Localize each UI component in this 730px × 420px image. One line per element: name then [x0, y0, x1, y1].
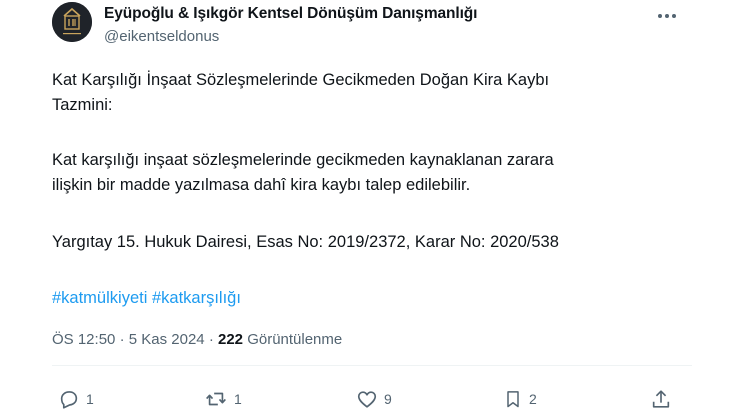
author-handle[interactable]: @eikentseldonus: [104, 28, 219, 45]
author-name[interactable]: Eyüpoğlu & Işıkgör Kentsel Dönüşüm Danış…: [104, 5, 477, 23]
like-count: 9: [384, 391, 392, 407]
bookmark-count: 2: [529, 391, 537, 407]
tweet-meta: ÖS 12:50 · 5 Kas 2024 · 222 Görüntülenme: [52, 331, 342, 348]
company-logo-icon: [52, 2, 92, 42]
retweet-button[interactable]: 1: [204, 385, 242, 413]
share-icon: [652, 390, 670, 408]
tweet-paragraph-title: Kat Karşılığı İnşaat Sözleşmelerinde Gec…: [52, 68, 549, 118]
reply-count: 1: [86, 391, 94, 407]
more-options-button[interactable]: [655, 6, 679, 26]
tweet-paragraph-body: Kat karşılığı inşaat sözleşmelerinde gec…: [52, 148, 554, 198]
meta-separator: ·: [119, 331, 129, 348]
tweet-line: ilişkin bir madde yazılmasa dahî kira ka…: [52, 176, 471, 194]
hashtag-list: #katmülkiyeti #katkarşılığı: [52, 286, 241, 311]
hashtag-link[interactable]: #katmülkiyeti: [52, 289, 147, 307]
avatar[interactable]: [52, 2, 92, 42]
tweet-line: Kat karşılığı inşaat sözleşmelerinde gec…: [52, 151, 554, 169]
meta-separator: ·: [208, 331, 218, 348]
tweet-line: Tazmini:: [52, 96, 113, 114]
retweet-icon: [206, 392, 226, 406]
hashtag-link[interactable]: #katkarşılığı: [152, 289, 241, 307]
tweet-date[interactable]: 5 Kas 2024: [129, 331, 205, 348]
tweet-paragraph-citation: Yargıtay 15. Hukuk Dairesi, Esas No: 201…: [52, 233, 559, 251]
heart-icon: [357, 391, 377, 408]
reply-button[interactable]: 1: [58, 385, 94, 413]
divider: [52, 365, 692, 366]
bookmark-button[interactable]: 2: [503, 385, 537, 413]
retweet-count: 1: [234, 391, 242, 407]
bookmark-icon: [507, 391, 519, 408]
tweet-time[interactable]: ÖS 12:50: [52, 331, 115, 348]
reply-icon: [60, 391, 78, 409]
share-button[interactable]: [650, 385, 672, 413]
tweet-line: Kat Karşılığı İnşaat Sözleşmelerinde Gec…: [52, 71, 550, 89]
like-button[interactable]: 9: [356, 385, 392, 413]
views-count: 222: [217, 331, 244, 348]
more-horizontal-icon: [658, 14, 676, 18]
views-label: Görüntülenme: [247, 331, 343, 348]
